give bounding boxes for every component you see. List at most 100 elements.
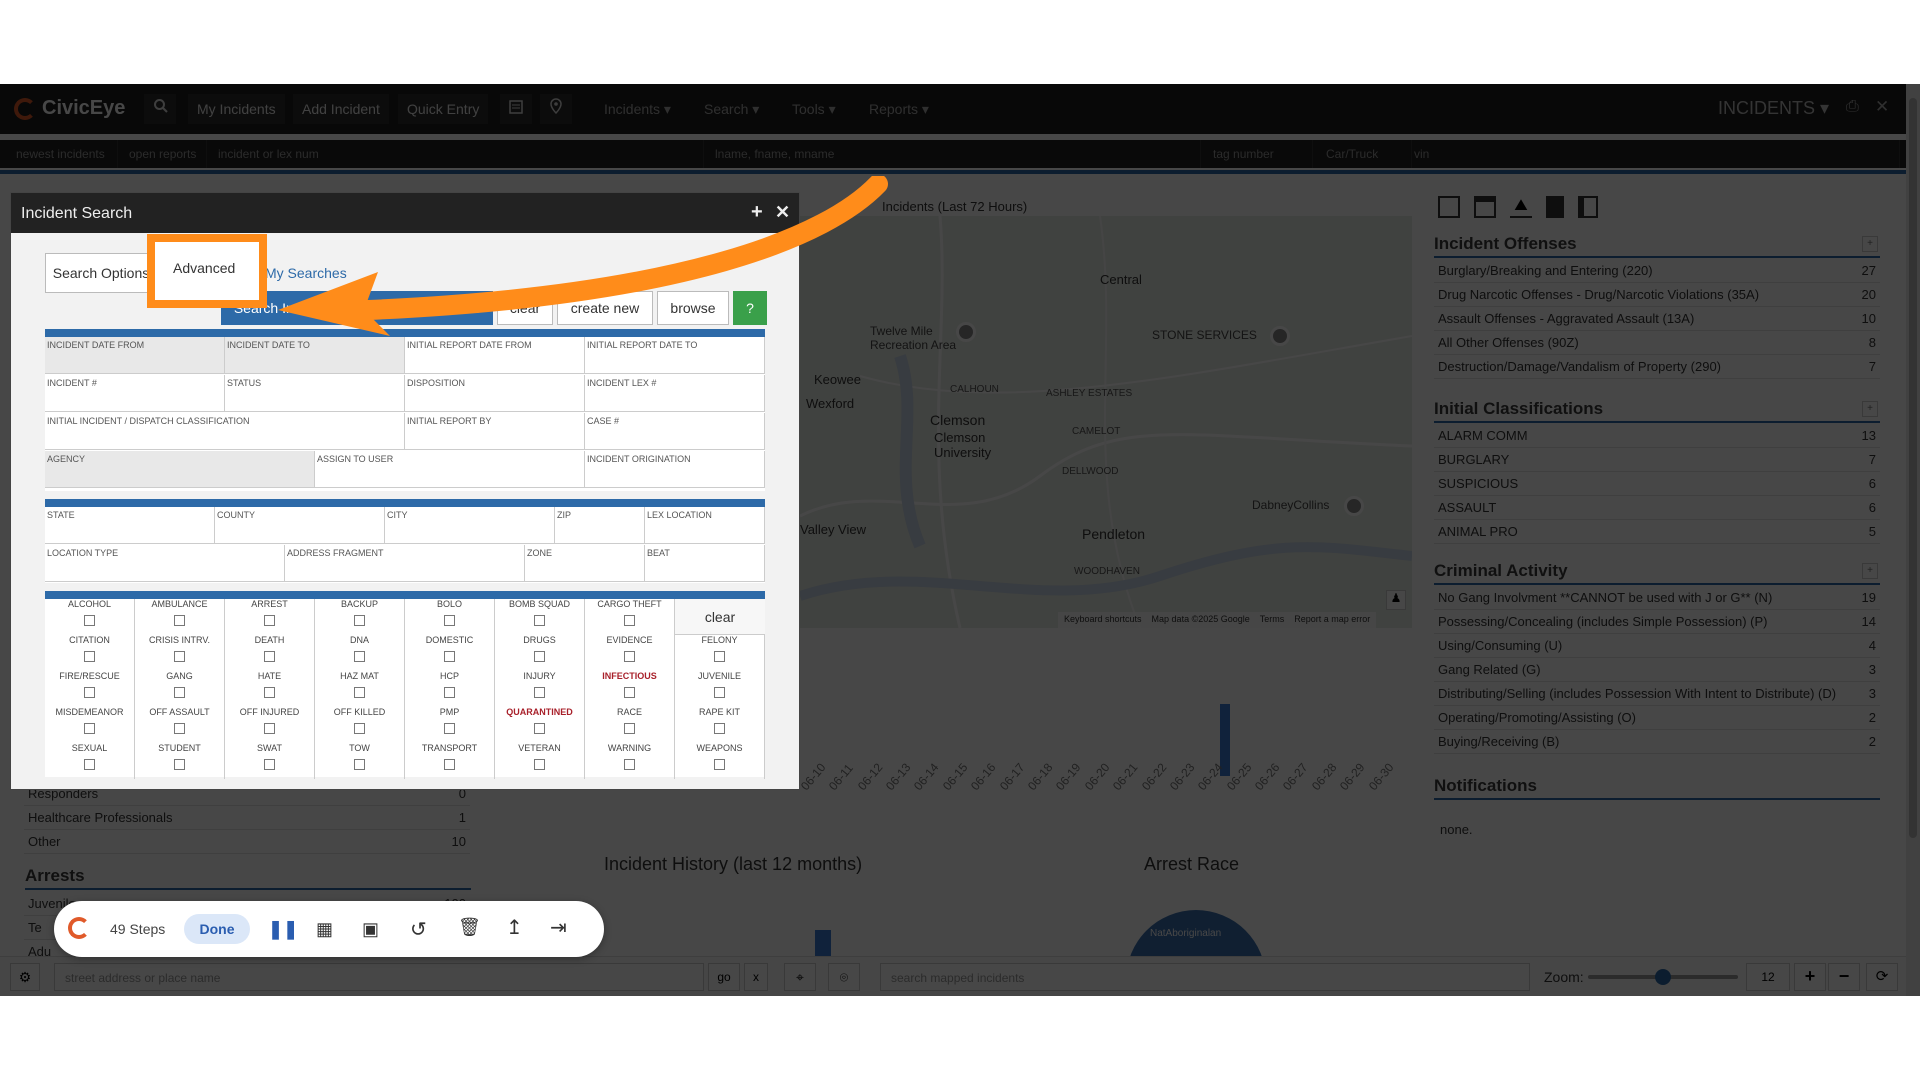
search-field[interactable]: AGENCY (45, 451, 315, 488)
checkbox[interactable] (264, 651, 275, 662)
search-field[interactable]: STATUS (225, 375, 405, 412)
flag-checkbox[interactable]: ARREST (225, 599, 315, 635)
flag-checkbox[interactable]: BACKUP (315, 599, 405, 635)
flag-checkbox[interactable]: ALCOHOL (45, 599, 135, 635)
flag-checkbox[interactable]: AMBULANCE (135, 599, 225, 635)
search-field[interactable]: INITIAL INCIDENT / DISPATCH CLASSIFICATI… (45, 413, 405, 450)
keyboard-shortcuts-link[interactable]: Keyboard shortcuts (1064, 614, 1142, 626)
map-marker-icon[interactable] (1344, 496, 1364, 516)
search-field[interactable]: CASE # (585, 413, 765, 450)
search-field[interactable]: INCIDENT DATE FROM (45, 337, 225, 374)
checkbox[interactable] (714, 723, 725, 734)
flag-checkbox[interactable]: BOLO (405, 599, 495, 635)
checkbox[interactable] (624, 687, 635, 698)
list-item[interactable]: Drug Narcotic Offenses - Drug/Narcotic V… (1434, 283, 1880, 307)
checkbox[interactable] (444, 723, 455, 734)
calculator-icon[interactable] (1438, 196, 1460, 218)
map-marker-icon[interactable] (956, 322, 976, 342)
checkbox[interactable] (264, 615, 275, 626)
refresh-icon[interactable]: ⟳ (1866, 963, 1898, 991)
checkbox[interactable] (624, 723, 635, 734)
checkbox[interactable] (174, 615, 185, 626)
menu-search[interactable]: Search ▾ (704, 101, 759, 118)
flag-checkbox[interactable]: DNA (315, 635, 405, 671)
my-incidents-button[interactable]: My Incidents (188, 94, 285, 124)
module-title[interactable]: INCIDENTS ▾ (1718, 98, 1829, 119)
list-item[interactable]: Burglary/Breaking and Entering (220) 27 (1434, 259, 1880, 283)
list-item[interactable]: Using/Consuming (U) 4 (1434, 634, 1880, 658)
checkbox[interactable] (714, 651, 725, 662)
list-item[interactable]: ASSAULT 6 (1434, 496, 1880, 520)
flag-checkbox[interactable]: WARNING (585, 743, 675, 779)
search-field[interactable]: DISPOSITION (405, 375, 585, 412)
print-icon[interactable]: ⎙ (1846, 98, 1859, 116)
checkbox[interactable] (354, 759, 365, 770)
search-field[interactable]: INCIDENT DATE TO (225, 337, 405, 374)
search-field[interactable]: COUNTY (215, 507, 385, 544)
tab-advanced[interactable]: Advanced (173, 260, 235, 276)
checkbox[interactable] (354, 615, 365, 626)
flag-checkbox[interactable]: BOMB SQUAD (495, 599, 585, 635)
checkbox[interactable] (354, 687, 365, 698)
search-field[interactable]: ZIP (555, 507, 645, 544)
brand-logo[interactable]: CivicEye (14, 97, 125, 120)
done-button[interactable]: Done (184, 914, 250, 944)
list-item[interactable]: Gang Related (G) 3 (1434, 658, 1880, 682)
flag-checkbox[interactable]: JUVENILE (675, 671, 765, 707)
checkbox[interactable] (174, 687, 185, 698)
list-item[interactable]: Possessing/Concealing (includes Simple P… (1434, 610, 1880, 634)
quick-entry-button[interactable]: Quick Entry (398, 94, 489, 124)
pegman-icon[interactable]: ♟ (1386, 590, 1406, 610)
checkbox[interactable] (354, 651, 365, 662)
checkbox[interactable] (624, 759, 635, 770)
incident-num-input[interactable]: incident or lex num (208, 140, 704, 168)
flag-checkbox[interactable]: PMP (405, 707, 495, 743)
flag-checkbox[interactable]: EVIDENCE (585, 635, 675, 671)
checkbox[interactable] (534, 759, 545, 770)
checkbox[interactable] (84, 651, 95, 662)
menu-tools[interactable]: Tools ▾ (792, 101, 836, 118)
flag-checkbox[interactable]: DOMESTIC (405, 635, 495, 671)
search-field[interactable]: STATE (45, 507, 215, 544)
checkbox[interactable] (264, 759, 275, 770)
checkbox[interactable] (354, 723, 365, 734)
checkbox[interactable] (534, 687, 545, 698)
search-field[interactable]: ASSIGN TO USER (315, 451, 585, 488)
flag-checkbox[interactable]: SEXUAL (45, 743, 135, 779)
calculator-icon-button[interactable] (500, 94, 532, 124)
incident-map[interactable]: Central Twelve Mile Recreation Area STON… (800, 216, 1412, 628)
expand-section-icon[interactable]: + (1862, 563, 1878, 579)
list-item[interactable]: Assault Offenses - Aggravated Assault (1… (1434, 307, 1880, 331)
search-field[interactable]: INITIAL REPORT DATE TO (585, 337, 765, 374)
vin-input[interactable]: vin (1404, 140, 1900, 168)
tag-number-input[interactable]: tag number (1203, 140, 1313, 168)
flag-checkbox[interactable]: GANG (135, 671, 225, 707)
map-marker-icon[interactable] (1270, 326, 1290, 346)
flag-checkbox[interactable]: HATE (225, 671, 315, 707)
checkbox[interactable] (444, 759, 455, 770)
zoom-value[interactable]: 12 (1746, 963, 1790, 991)
flag-checkbox[interactable]: CITATION (45, 635, 135, 671)
calendar-icon[interactable] (1474, 196, 1496, 218)
list-item[interactable]: All Other Offenses (90Z) 8 (1434, 331, 1880, 355)
expand-section-icon[interactable]: + (1862, 236, 1878, 252)
pause-icon[interactable]: ❚❚ (268, 919, 298, 940)
checkbox[interactable] (84, 723, 95, 734)
flag-checkbox[interactable]: CRISIS INTRV. (135, 635, 225, 671)
list-item[interactable]: Distributing/Selling (includes Possessio… (1434, 682, 1880, 706)
zoom-in-icon[interactable]: + (1794, 963, 1826, 991)
search-field[interactable]: INCIDENT # (45, 375, 225, 412)
search-icon-button[interactable] (144, 94, 176, 124)
zoom-slider-thumb[interactable] (1655, 969, 1671, 985)
flag-checkbox[interactable]: RACE (585, 707, 675, 743)
expand-section-icon[interactable]: + (1862, 401, 1878, 417)
flag-checkbox[interactable]: OFF INJURED (225, 707, 315, 743)
blur-icon[interactable]: ▦ (316, 919, 333, 940)
add-incident-button[interactable]: Add Incident (293, 94, 389, 124)
list-item[interactable]: Destruction/Damage/Vandalism of Property… (1434, 355, 1880, 379)
checkbox[interactable] (174, 759, 185, 770)
flag-checkbox[interactable]: DRUGS (495, 635, 585, 671)
terms-link[interactable]: Terms (1260, 614, 1285, 626)
flag-checkbox[interactable]: DEATH (225, 635, 315, 671)
search-field[interactable]: INITIAL REPORT DATE FROM (405, 337, 585, 374)
